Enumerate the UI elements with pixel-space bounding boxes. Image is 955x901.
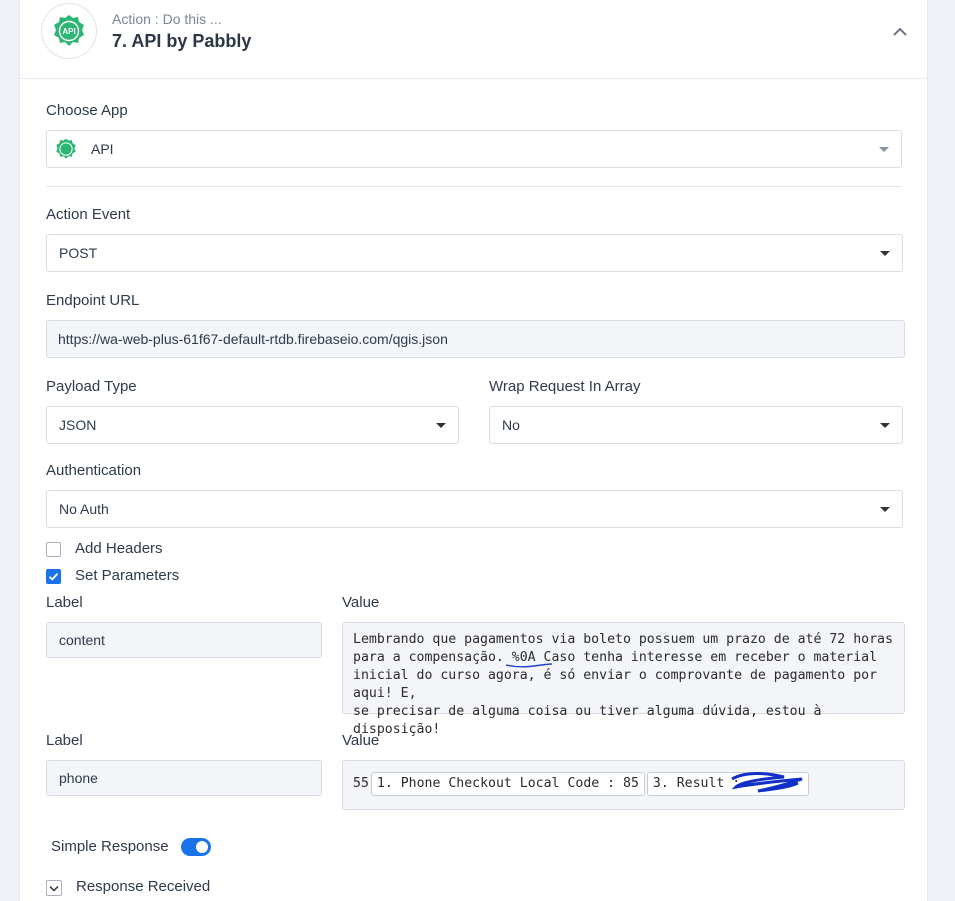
param-label-input[interactable]: phone <box>46 760 322 796</box>
response-received-label: Response Received <box>76 878 211 895</box>
caret-down-icon <box>880 423 890 428</box>
param-value-heading: Value <box>342 732 380 749</box>
param-label-value: phone <box>59 770 98 786</box>
caret-down-icon <box>880 507 890 512</box>
authentication-select[interactable]: No Auth <box>46 490 903 528</box>
action-event-value: POST <box>59 245 98 261</box>
add-headers-label: Add Headers <box>75 540 163 557</box>
caret-down-icon <box>880 251 890 256</box>
endpoint-url-value: https://wa-web-plus-61f67-default-rtdb.f… <box>58 331 448 347</box>
caret-down-icon <box>879 147 889 152</box>
chevron-up-icon <box>893 27 907 36</box>
param-value-textarea[interactable]: 55 1. Phone Checkout Local Code : 85 3. Re… <box>342 760 905 810</box>
pen-underline-mark <box>505 663 553 668</box>
set-parameters-label: Set Parameters <box>75 567 180 584</box>
phone-prefix: 55 <box>353 776 369 791</box>
step-header[interactable]: API Action : Do this ... 7. API by Pabbl… <box>20 0 927 79</box>
add-headers-checkbox[interactable] <box>46 542 61 557</box>
param-label-value: content <box>59 632 105 648</box>
choose-app-label: Choose App <box>46 102 128 119</box>
payload-type-value: JSON <box>59 417 97 433</box>
param-value-heading: Value <box>342 594 380 611</box>
api-small-icon <box>56 138 76 159</box>
endpoint-url-input[interactable]: https://wa-web-plus-61f67-default-rtdb.f… <box>46 320 905 358</box>
param-label-heading: Label <box>46 594 83 611</box>
checkmark-icon <box>48 572 59 581</box>
wrap-request-select[interactable]: No <box>489 406 903 444</box>
choose-app-select[interactable]: API <box>46 130 902 168</box>
redaction-scribble <box>731 772 803 793</box>
chevron-down-icon <box>49 885 59 892</box>
step-title: 7. API by Pabbly <box>112 31 252 51</box>
param-value-line: se precisar de alguma coisa ou tiver alg… <box>353 704 822 737</box>
action-event-select[interactable]: POST <box>46 234 903 272</box>
simple-response-toggle[interactable] <box>181 838 211 856</box>
api-app-logo: API <box>41 3 97 59</box>
payload-type-select[interactable]: JSON <box>46 406 459 444</box>
wrap-request-label: Wrap Request In Array <box>489 378 641 395</box>
mapped-field-chip[interactable]: 3. Result : <box>646 772 809 796</box>
authentication-value: No Auth <box>59 501 109 517</box>
param-value-line: Lembrando que pagamentos via boleto poss… <box>353 632 893 647</box>
svg-text:API: API <box>62 27 75 36</box>
authentication-label: Authentication <box>46 462 142 479</box>
wrap-request-value: No <box>502 417 520 433</box>
mapped-field-chip[interactable]: 1. Phone Checkout Local Code : 85 <box>370 772 645 796</box>
endpoint-url-label: Endpoint URL <box>46 292 140 309</box>
response-received-expand[interactable] <box>46 880 62 896</box>
divider <box>46 186 902 187</box>
set-parameters-checkbox[interactable] <box>46 569 61 584</box>
param-value-line: para a compensação. %0A Caso tenha inter… <box>353 650 878 665</box>
param-label-heading: Label <box>46 732 83 749</box>
param-value-textarea[interactable]: Lembrando que pagamentos via boleto poss… <box>342 622 905 737</box>
step-subtitle: Action : Do this ... <box>112 11 222 27</box>
simple-response-label: Simple Response <box>51 838 169 855</box>
caret-down-icon <box>436 423 446 428</box>
api-logo-icon: API <box>54 15 84 46</box>
collapse-button[interactable] <box>888 20 912 44</box>
param-label-input[interactable]: content <box>46 622 322 658</box>
action-step-card: API Action : Do this ... 7. API by Pabbl… <box>19 0 928 901</box>
action-event-label: Action Event <box>46 206 131 223</box>
choose-app-value: API <box>91 141 114 157</box>
toggle-knob <box>196 841 208 853</box>
param-value-line: inicial do curso agora, é só enviar o co… <box>353 668 878 701</box>
payload-type-label: Payload Type <box>46 378 137 395</box>
